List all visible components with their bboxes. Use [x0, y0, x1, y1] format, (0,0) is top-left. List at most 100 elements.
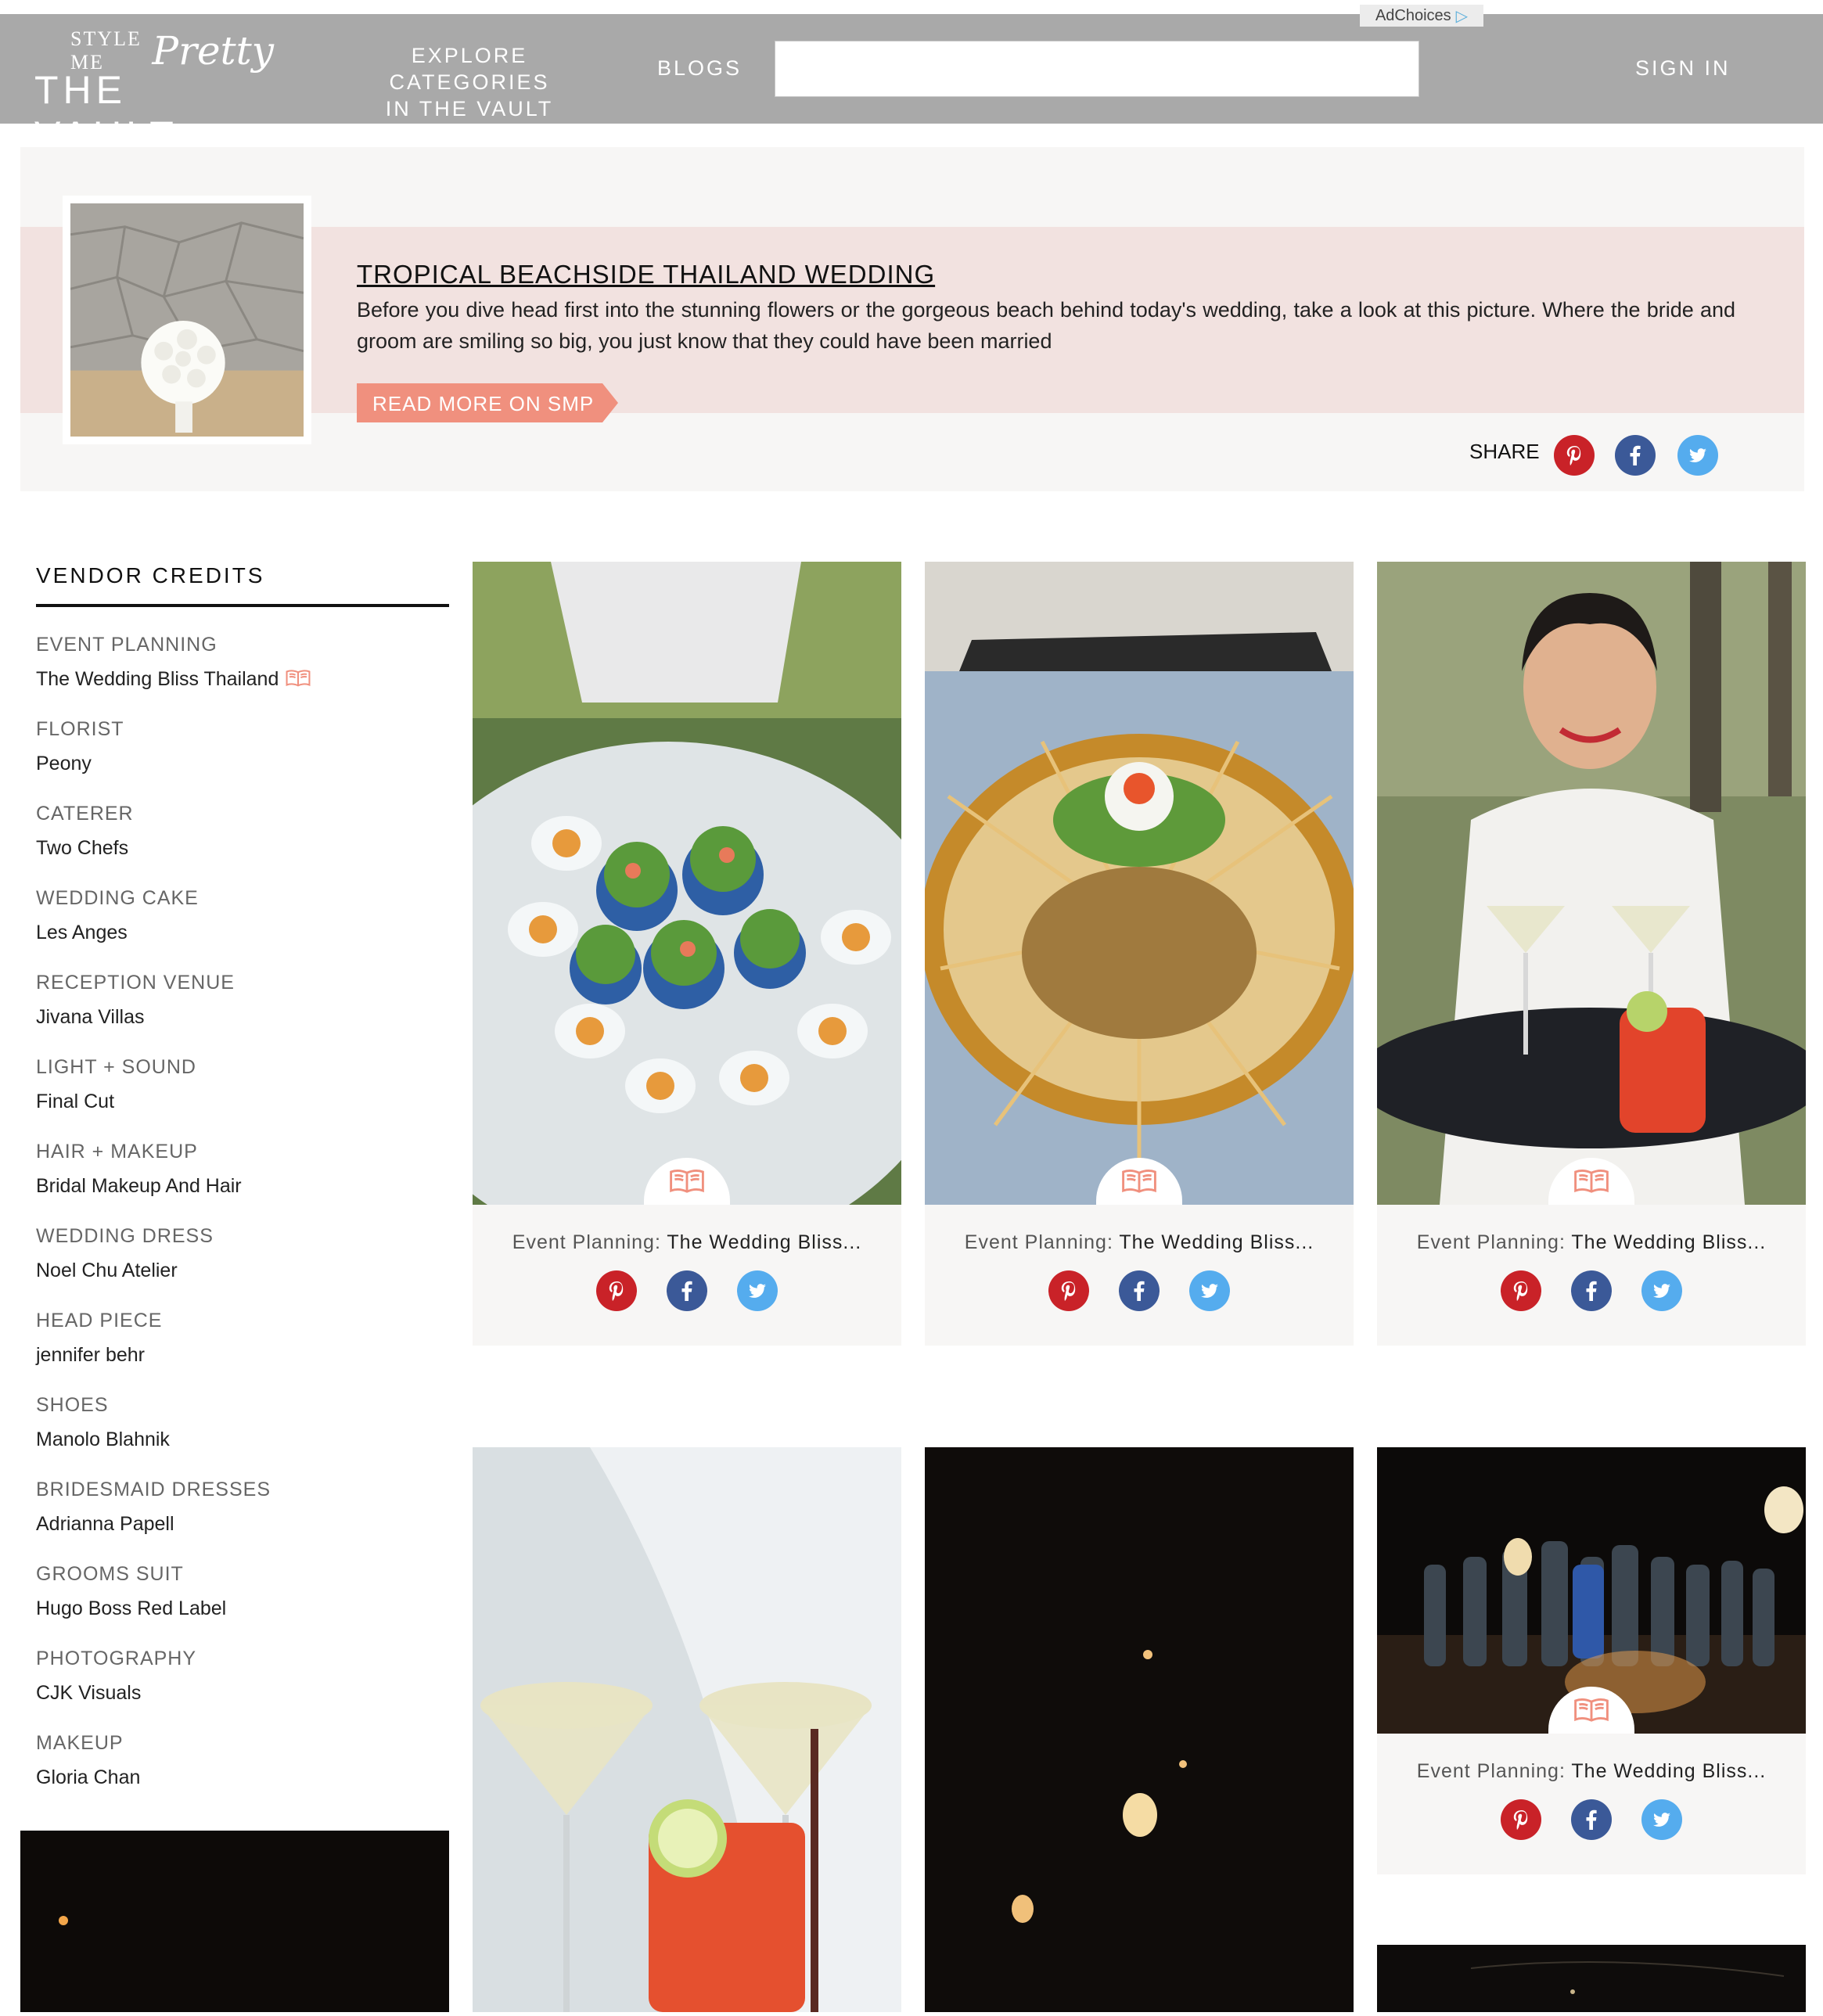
waitress-image [1377, 562, 1806, 1205]
vendor-name[interactable]: Noel Chu Atelier [36, 1260, 427, 1288]
read-more-label[interactable]: READ MORE ON SMP [372, 383, 607, 422]
card-3-pinterest-icon[interactable] [1501, 1270, 1541, 1311]
card-2-caption: Event Planning: The Wedding Bliss... [925, 1205, 1354, 1346]
card-6-vendor[interactable]: Event Planning: The Wedding Bliss... [1377, 1760, 1806, 1783]
card-2-vendor[interactable]: Event Planning: The Wedding Bliss... [925, 1231, 1354, 1254]
card-3-twitter-icon[interactable] [1641, 1270, 1682, 1311]
card-6-vendor-label: Event Planning: [1416, 1760, 1566, 1782]
vendor-name[interactable]: Les Anges [36, 922, 427, 950]
site-logo[interactable]: STYLE ME Pretty [70, 27, 274, 74]
feature-facebook-icon[interactable] [1615, 435, 1656, 476]
card-6-vendor-value: The Wedding Bliss... [1571, 1760, 1767, 1782]
card-6-caption: Event Planning: The Wedding Bliss... [1377, 1734, 1806, 1874]
card-3-facebook-icon[interactable] [1571, 1270, 1612, 1311]
vendor-name[interactable]: Two Chefs [36, 837, 427, 865]
vendor-role: BRIDESMAID DRESSES [36, 1479, 271, 1500]
card-2-twitter-icon[interactable] [1189, 1270, 1230, 1311]
photo-appetizers[interactable] [473, 562, 901, 1205]
top-strip [0, 0, 1823, 14]
vendor-role: CATERER [36, 803, 134, 825]
night-bottom-image [1377, 1945, 1806, 2012]
vendor-name[interactable]: CJK Visuals [36, 1682, 427, 1710]
vendor-role: GROOMS SUIT [36, 1563, 184, 1585]
appetizers-image [473, 562, 901, 1205]
nav-blogs[interactable]: BLOGS [657, 56, 743, 88]
card-1-twitter-icon[interactable] [737, 1270, 778, 1311]
vendor-name[interactable]: Hugo Boss Red Label [36, 1597, 427, 1626]
card-2-vendor-value: The Wedding Bliss... [1119, 1231, 1314, 1253]
card-3-vendor-value: The Wedding Bliss... [1571, 1231, 1767, 1253]
vendor-name[interactable]: Bridal Makeup And Hair [36, 1175, 427, 1203]
logo-main-text[interactable]: THE VAULT [34, 67, 285, 157]
vendor-role: WEDDING DRESS [36, 1225, 214, 1247]
vendor-name[interactable]: Gloria Chan [36, 1766, 427, 1795]
nav-explore-line1: EXPLORE CATEGORIES [389, 44, 550, 94]
vendor-credits-title: VENDOR CREDITS [36, 563, 265, 588]
vendor-name[interactable]: Peony [36, 753, 427, 781]
vendor-role: EVENT PLANNING [36, 634, 218, 656]
sidebar-photo[interactable] [20, 1831, 449, 2012]
adchoices-icon: ▷ [1455, 7, 1469, 25]
card-2-pinterest-icon[interactable] [1048, 1270, 1089, 1311]
vendor-role: FLORIST [36, 718, 124, 740]
vendor-role: WEDDING CAKE [36, 887, 199, 909]
card-6-twitter-icon[interactable] [1641, 1799, 1682, 1840]
book-icon [1120, 1167, 1158, 1195]
feature-thumbnail[interactable] [63, 196, 311, 444]
card-3-vendor[interactable]: Event Planning: The Wedding Bliss... [1377, 1231, 1806, 1254]
photo-lanterns-sky[interactable] [925, 1447, 1354, 2012]
card-6-pinterest-icon[interactable] [1501, 1799, 1541, 1840]
vendor-name[interactable]: Manolo Blahnik [36, 1428, 427, 1457]
vendor-role: SHOES [36, 1394, 109, 1416]
nav-explore-line2: IN THE VAULT [385, 97, 554, 120]
feature-description: Before you dive head first into the stun… [357, 298, 1735, 353]
card-1-vendor-label: Event Planning: [512, 1231, 661, 1253]
search-input[interactable] [775, 41, 1419, 97]
card-2-facebook-icon[interactable] [1119, 1270, 1160, 1311]
vendor-name[interactable]: Jivana Villas [36, 1006, 427, 1034]
vendor-name-link[interactable]: The Wedding Bliss Thailand [36, 668, 427, 696]
cocktails-image [473, 1447, 901, 2012]
adchoices-badge[interactable]: AdChoices ▷ [1360, 5, 1483, 27]
book-icon[interactable] [285, 668, 311, 688]
lantern-night-photo [20, 1831, 449, 2012]
vendor-role: MAKEUP [36, 1732, 124, 1754]
feature-pinterest-icon[interactable] [1554, 435, 1595, 476]
card-3-caption: Event Planning: The Wedding Bliss... [1377, 1205, 1806, 1346]
share-label: SHARE [1469, 440, 1540, 463]
adchoices-label: AdChoices [1375, 6, 1451, 24]
vendor-name[interactable]: jennifer behr [36, 1344, 427, 1372]
book-icon [1573, 1167, 1610, 1195]
vendor-role: LIGHT + SOUND [36, 1056, 196, 1078]
card-1-vendor-value: The Wedding Bliss... [667, 1231, 862, 1253]
card-3-vendor-label: Event Planning: [1416, 1231, 1566, 1253]
vendor-name[interactable]: Adrianna Papell [36, 1513, 427, 1541]
feature-twitter-icon[interactable] [1677, 435, 1718, 476]
card-1-caption: Event Planning: The Wedding Bliss... [473, 1205, 901, 1346]
satay-image [925, 562, 1354, 1205]
lanterns-sky-image [925, 1447, 1354, 2012]
feature-title[interactable]: TROPICAL BEACHSIDE THAILAND WEDDING [357, 260, 1452, 291]
book-icon [1573, 1696, 1610, 1724]
vendor-name[interactable]: Final Cut [36, 1091, 427, 1119]
sign-in-link[interactable]: SIGN IN [1635, 56, 1760, 88]
logo-script-text: Pretty [152, 28, 274, 74]
book-icon [668, 1167, 706, 1195]
card-1-pinterest-icon[interactable] [596, 1270, 637, 1311]
card-2-vendor-label: Event Planning: [964, 1231, 1113, 1253]
photo-night-bottom[interactable] [1377, 1945, 1806, 2012]
nav-explore-categories[interactable]: EXPLORE CATEGORIES IN THE VAULT [336, 42, 602, 120]
vendor-role: HAIR + MAKEUP [36, 1141, 198, 1163]
card-1-facebook-icon[interactable] [667, 1270, 707, 1311]
photo-waitress[interactable] [1377, 562, 1806, 1205]
card-6-facebook-icon[interactable] [1571, 1799, 1612, 1840]
bouquet-photo [70, 203, 304, 437]
card-1-vendor[interactable]: Event Planning: The Wedding Bliss... [473, 1231, 901, 1254]
vendor-name: The Wedding Bliss Thailand [36, 668, 279, 690]
photo-satay[interactable] [925, 562, 1354, 1205]
vendor-role: RECEPTION VENUE [36, 972, 235, 994]
vendor-role: PHOTOGRAPHY [36, 1648, 197, 1669]
vendor-role: HEAD PIECE [36, 1310, 163, 1331]
vendor-credits-divider [36, 604, 449, 607]
photo-cocktails[interactable] [473, 1447, 901, 2012]
